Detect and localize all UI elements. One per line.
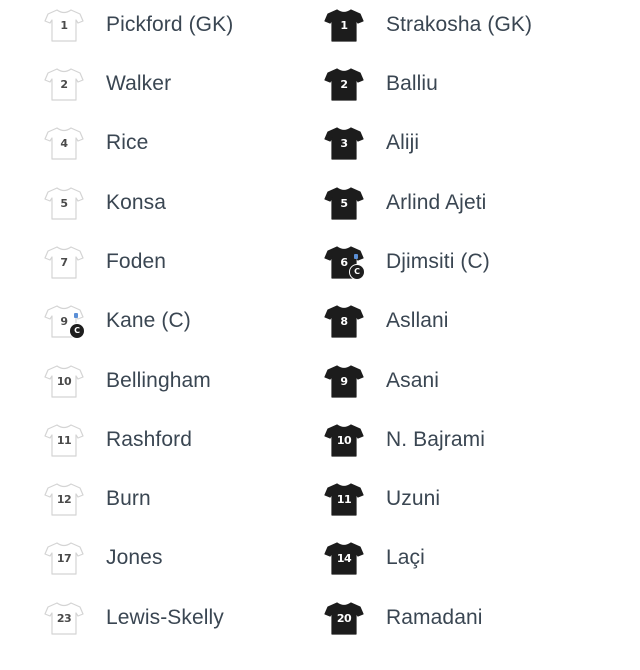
- player-name: Uzuni: [386, 487, 441, 510]
- player-name: Rice: [106, 131, 149, 154]
- shirt-number: 1: [340, 19, 348, 32]
- player-name: Laçi: [386, 546, 425, 569]
- black-shirt-icon: 8: [324, 304, 364, 338]
- player-name: Kane (C): [106, 309, 191, 332]
- player-name: Lewis-Skelly: [106, 606, 224, 629]
- home-player-row[interactable]: 9 C Kane (C): [44, 301, 344, 341]
- shirt-number: 14: [336, 552, 352, 565]
- captain-armband-icon: [354, 254, 358, 259]
- shirt-number: 23: [56, 612, 72, 625]
- shirt-number: 20: [336, 612, 352, 625]
- away-player-row[interactable]: 1 Strakosha (GK): [324, 5, 624, 45]
- shirt-number: 4: [60, 137, 68, 150]
- home-player-row[interactable]: 1 Pickford (GK): [44, 5, 344, 45]
- player-name: Rashford: [106, 428, 193, 451]
- black-shirt-icon: 2: [324, 67, 364, 101]
- away-player-row[interactable]: 14 Laçi: [324, 538, 624, 578]
- home-player-row[interactable]: 5 Konsa: [44, 183, 344, 223]
- black-shirt-icon: 14: [324, 541, 364, 575]
- white-shirt-icon: 4: [44, 126, 84, 160]
- player-name: Konsa: [106, 191, 167, 214]
- player-name: Foden: [106, 250, 167, 273]
- shirt-number: 17: [56, 552, 72, 565]
- shirt-number: 2: [340, 78, 348, 91]
- home-player-row[interactable]: 2 Walker: [44, 64, 344, 104]
- white-shirt-icon: 11: [44, 423, 84, 457]
- shirt-number: 3: [340, 137, 348, 150]
- home-player-row[interactable]: 11 Rashford: [44, 420, 344, 460]
- black-shirt-icon: 10: [324, 423, 364, 457]
- shirt-number: 10: [336, 434, 352, 447]
- player-name: Djimsiti (C): [386, 250, 490, 273]
- shirt-number: 7: [60, 256, 68, 269]
- black-shirt-icon: 6C: [324, 245, 365, 280]
- white-shirt-icon: 2: [44, 67, 84, 101]
- away-player-row[interactable]: 10 N. Bajrami: [324, 420, 624, 460]
- player-name: Strakosha (GK): [386, 13, 533, 36]
- white-shirt-icon: 1: [44, 8, 84, 42]
- player-name: Bellingham: [106, 369, 211, 392]
- home-player-row[interactable]: 7 Foden: [44, 242, 344, 282]
- captain-badge: C: [69, 323, 85, 339]
- white-shirt-icon: 9C: [44, 304, 85, 339]
- shirt-number: 11: [336, 493, 352, 506]
- home-player-row[interactable]: 4 Rice: [44, 123, 344, 163]
- shirt-number: 5: [60, 197, 68, 210]
- home-player-row[interactable]: 23 Lewis-Skelly: [44, 598, 344, 638]
- player-name: Arlind Ajeti: [386, 191, 487, 214]
- away-player-row[interactable]: 2 Balliu: [324, 64, 624, 104]
- black-shirt-icon: 1: [324, 8, 364, 42]
- white-shirt-icon: 10: [44, 364, 84, 398]
- black-shirt-icon: 11: [324, 482, 364, 516]
- captain-badge: C: [349, 264, 365, 280]
- black-shirt-icon: 5: [324, 186, 364, 220]
- shirt-number: 9: [340, 375, 348, 388]
- away-player-row[interactable]: 9 Asani: [324, 361, 624, 401]
- away-player-row[interactable]: 3 Aliji: [324, 123, 624, 163]
- white-shirt-icon: 17: [44, 541, 84, 575]
- black-shirt-icon: 3: [324, 126, 364, 160]
- white-shirt-icon: 5: [44, 186, 84, 220]
- white-shirt-icon: 23: [44, 601, 84, 635]
- player-name: Asani: [386, 369, 440, 392]
- player-name: Asllani: [386, 309, 449, 332]
- shirt-number: 1: [60, 19, 68, 32]
- away-player-row[interactable]: 5 Arlind Ajeti: [324, 183, 624, 223]
- player-name: Ramadani: [386, 606, 483, 629]
- home-player-row[interactable]: 17 Jones: [44, 538, 344, 578]
- shirt-number: 12: [56, 493, 72, 506]
- player-name: Pickford (GK): [106, 13, 234, 36]
- shirt-number: 8: [340, 315, 348, 328]
- player-name: Jones: [106, 546, 163, 569]
- black-shirt-icon: 20: [324, 601, 364, 635]
- black-shirt-icon: 9: [324, 364, 364, 398]
- away-player-row[interactable]: 6 C Djimsiti (C): [324, 242, 624, 282]
- player-name: N. Bajrami: [386, 428, 486, 451]
- home-player-row[interactable]: 10 Bellingham: [44, 361, 344, 401]
- player-name: Burn: [106, 487, 151, 510]
- player-name: Aliji: [386, 131, 420, 154]
- white-shirt-icon: 7: [44, 245, 84, 279]
- captain-armband-icon: [74, 313, 78, 318]
- white-shirt-icon: 12: [44, 482, 84, 516]
- shirt-number: 2: [60, 78, 68, 91]
- away-player-row[interactable]: 11 Uzuni: [324, 479, 624, 519]
- shirt-number: 11: [56, 434, 72, 447]
- shirt-number: 10: [56, 375, 72, 388]
- away-player-row[interactable]: 20 Ramadani: [324, 598, 624, 638]
- lineup-list: 1 Pickford (GK) 2 Walker 4 Rice 5 Konsa 7 Foden 9 C…: [0, 0, 640, 670]
- home-player-row[interactable]: 12 Burn: [44, 479, 344, 519]
- player-name: Walker: [106, 72, 172, 95]
- player-name: Balliu: [386, 72, 438, 95]
- away-player-row[interactable]: 8 Asllani: [324, 301, 624, 341]
- shirt-number: 5: [340, 197, 348, 210]
